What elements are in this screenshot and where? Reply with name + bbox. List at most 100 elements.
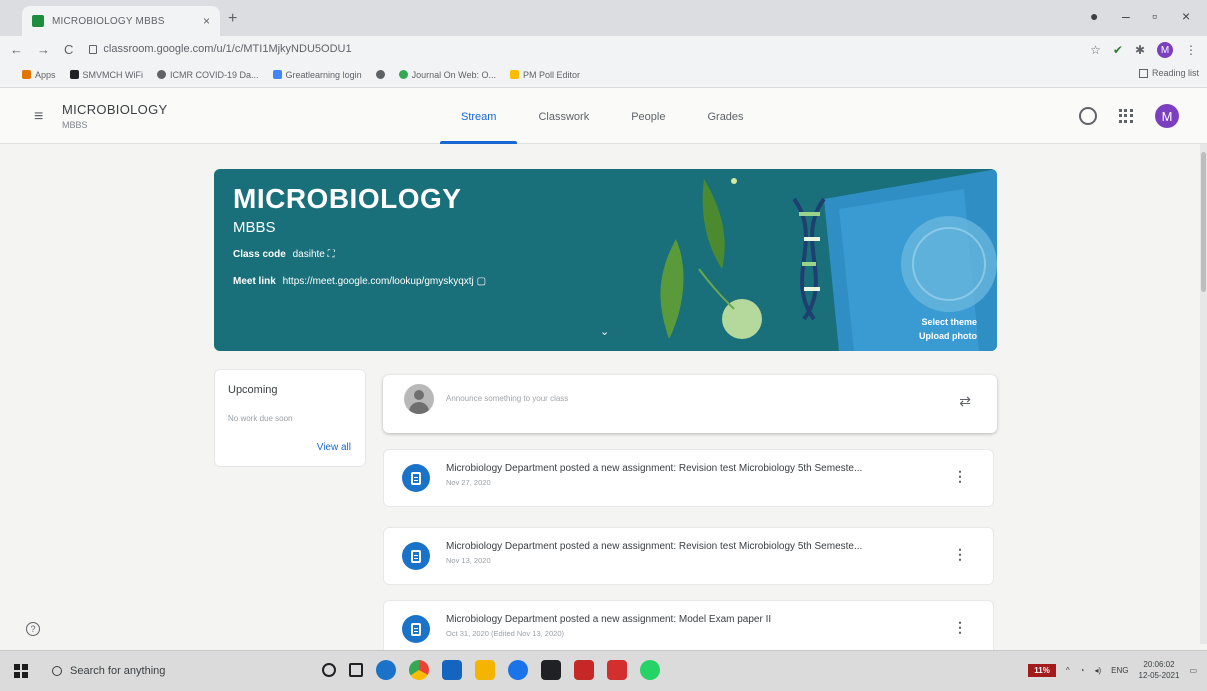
post-text: Microbiology Department posted a new ass… [446, 463, 863, 474]
apps-grid-icon[interactable] [1119, 109, 1133, 123]
chevron-down-icon[interactable]: ⌄ [600, 325, 609, 338]
avatar [404, 384, 434, 414]
address-bar: ← → C classroom.google.com/u/1/c/MTI1Mjk… [0, 36, 1207, 62]
taskbar-search[interactable]: Search for anything [38, 656, 288, 686]
fullscreen-icon[interactable]: ⛶ [328, 249, 335, 260]
upload-photo-link[interactable]: Upload photo [919, 331, 977, 341]
bookmark-item[interactable]: Journal On Web: O... [398, 70, 496, 80]
minimize-icon[interactable]: – [1122, 8, 1130, 24]
more-vert-icon[interactable]: ⋮ [953, 619, 967, 636]
reading-list-icon [1138, 68, 1148, 78]
menu-icon[interactable]: ≡ [34, 108, 43, 126]
clock-date: 12-05-2021 [1138, 671, 1180, 680]
edge-icon[interactable] [376, 660, 396, 680]
g-icon [272, 70, 282, 79]
system-tray: 11% ^ ◔ ◂) ENG 20:06:02 12-05-2021 ▭ [1028, 659, 1197, 681]
star-icon[interactable]: ☆ [1090, 43, 1101, 57]
url-text: classroom.google.com/u/1/c/MTI1MjkyNDU5O… [103, 43, 352, 55]
chevron-up-icon[interactable]: ^ [1066, 666, 1070, 675]
profile-avatar[interactable]: M [1157, 42, 1173, 58]
help-icon[interactable]: ? [26, 622, 40, 636]
reload-icon[interactable]: C [64, 42, 73, 57]
bookmark-item[interactable]: Greatlearning login [272, 70, 362, 80]
class-section: MBBS [62, 120, 88, 130]
folder-icon[interactable] [475, 660, 495, 680]
repost-icon[interactable]: ⇄ [959, 393, 971, 410]
gear-icon[interactable] [1079, 107, 1097, 125]
new-tab-icon[interactable]: + [228, 10, 237, 28]
language-indicator[interactable]: ENG [1111, 666, 1128, 675]
classroom-header: ≡ MICROBIOLOGY MBBS Stream Classwork Peo… [0, 88, 1207, 144]
journal-icon [398, 70, 408, 79]
windows-start-icon[interactable] [14, 664, 28, 678]
banner-title: MICROBIOLOGY [233, 183, 462, 214]
store-icon[interactable] [541, 660, 561, 680]
bookmark-icon [69, 70, 79, 79]
app-icon[interactable] [508, 660, 528, 680]
announce-box[interactable]: Announce something to your class ⇄ [383, 375, 997, 433]
checkmark-extension-icon[interactable]: ✔ [1113, 43, 1123, 57]
class-tabs: Stream Classwork People Grades [440, 88, 765, 144]
post-text: Microbiology Department posted a new ass… [446, 541, 863, 552]
bookmarks-bar: Apps SMVMCH WiFi ICMR COVID-19 Da... Gre… [0, 62, 1207, 88]
reading-list[interactable]: Reading list [1138, 68, 1199, 78]
tab-people[interactable]: People [610, 88, 686, 144]
stream-post[interactable]: Microbiology Department posted a new ass… [383, 600, 994, 650]
browser-tab-title: MICROBIOLOGY MBBS [52, 15, 165, 27]
window-close-icon[interactable]: × [1182, 8, 1190, 24]
class-code-value: dasihte [292, 249, 325, 260]
stream-post[interactable]: Microbiology Department posted a new ass… [383, 527, 994, 585]
more-vert-icon[interactable]: ⋮ [953, 546, 967, 563]
chrome-icon[interactable] [409, 660, 429, 680]
select-theme-link[interactable]: Select theme [921, 317, 977, 327]
class-name[interactable]: MICROBIOLOGY [62, 102, 167, 117]
view-all-link[interactable]: View all [317, 442, 351, 453]
network-icon[interactable]: ◔ [1080, 666, 1085, 675]
upcoming-empty-text: No work due soon [228, 414, 293, 423]
scrollbar-thumb[interactable] [1201, 152, 1206, 292]
avatar[interactable]: M [1155, 104, 1179, 128]
tab-classwork[interactable]: Classwork [517, 88, 610, 144]
kebab-menu-icon[interactable]: ⋮ [1185, 43, 1197, 57]
assignment-icon [402, 464, 430, 492]
back-icon[interactable]: ← [10, 42, 23, 57]
gallery-icon[interactable] [574, 660, 594, 680]
extension-icon[interactable]: ● [1090, 8, 1098, 24]
url-field[interactable]: classroom.google.com/u/1/c/MTI1MjkyNDU5O… [89, 43, 352, 55]
bookmark-item[interactable]: ICMR COVID-19 Da... [157, 70, 259, 80]
bookmark-item[interactable]: SMVMCH WiFi [69, 70, 143, 80]
volume-icon[interactable]: ◂) [1094, 666, 1101, 675]
bookmark-item[interactable] [375, 70, 385, 79]
page-scrollbar[interactable] [1200, 144, 1207, 644]
maximize-icon[interactable]: ▫ [1152, 8, 1157, 24]
mail-icon[interactable] [442, 660, 462, 680]
stream-post[interactable]: Microbiology Department posted a new ass… [383, 449, 994, 507]
announce-placeholder[interactable]: Announce something to your class [446, 394, 568, 403]
poll-icon [509, 70, 519, 79]
browser-tab[interactable]: MICROBIOLOGY MBBS × [22, 6, 220, 36]
battery-indicator[interactable]: 11% [1028, 663, 1056, 677]
meet-link-url[interactable]: https://meet.google.com/lookup/gmyskyqxt… [283, 276, 474, 287]
clock[interactable]: 20:06:02 12-05-2021 [1139, 659, 1180, 681]
pdf-icon[interactable] [607, 660, 627, 680]
upcoming-card: Upcoming No work due soon View all [214, 369, 366, 467]
bookmark-item[interactable]: Apps [22, 70, 56, 80]
globe-icon [157, 70, 167, 79]
apps-grid-icon [22, 70, 31, 79]
task-view-icon[interactable] [349, 663, 363, 677]
forward-icon[interactable]: → [37, 42, 50, 57]
cortana-icon[interactable] [322, 663, 336, 677]
whatsapp-icon[interactable] [640, 660, 660, 680]
notification-icon[interactable]: ▭ [1189, 666, 1197, 675]
class-code-row: Class code dasihte ⛶ [233, 249, 335, 260]
video-camera-icon[interactable]: ▢ [477, 276, 486, 287]
bookmark-item[interactable]: PM Poll Editor [509, 70, 580, 80]
more-vert-icon[interactable]: ⋮ [953, 468, 967, 485]
classroom-favicon-icon [32, 15, 44, 27]
close-icon[interactable]: × [203, 14, 210, 28]
upcoming-title: Upcoming [228, 384, 278, 396]
tab-grades[interactable]: Grades [686, 88, 764, 144]
tab-stream[interactable]: Stream [440, 88, 518, 144]
puzzle-icon[interactable]: ✱ [1135, 43, 1145, 57]
windows-taskbar: Search for anything 11% ^ ◔ ◂) ENG 20:06… [0, 650, 1207, 691]
